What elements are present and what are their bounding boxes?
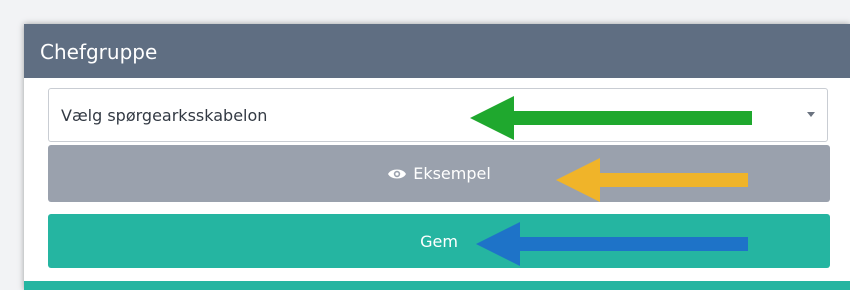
panel-bottom-strip [24,281,850,290]
template-select-value: Vælg spørgearksskabelon [61,106,268,125]
preview-button-label: Eksempel [413,164,491,183]
chevron-down-icon [807,112,815,117]
yellow-arrow-icon [556,158,748,202]
panel-header: Chefgruppe [24,24,850,78]
blue-arrow-icon [476,222,748,266]
panel-title: Chefgruppe [40,40,158,64]
eye-icon [388,169,407,178]
green-arrow-icon [470,96,752,140]
save-button-label: Gem [420,231,458,251]
